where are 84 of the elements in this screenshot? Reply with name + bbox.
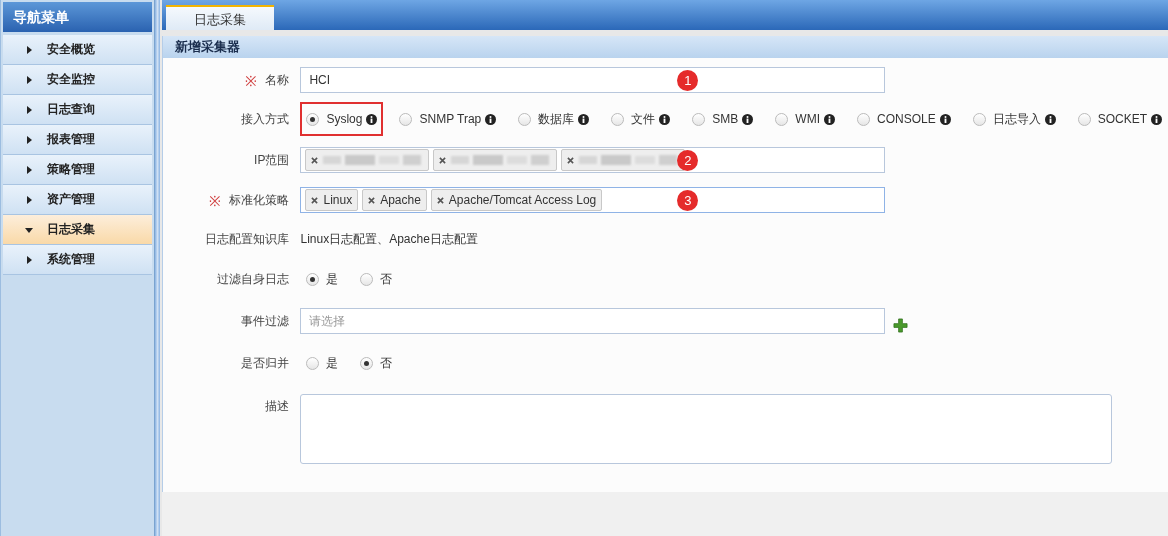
- option-label: 是: [326, 354, 339, 372]
- option-label: WMI: [795, 112, 820, 126]
- info-icon[interactable]: [1044, 113, 1056, 125]
- field-label: 标准化策略: [229, 191, 290, 209]
- option-label: SOCKET: [1097, 112, 1147, 126]
- remove-icon[interactable]: [439, 156, 447, 164]
- name-input[interactable]: HCI 1: [300, 67, 886, 93]
- option-label: 否: [380, 354, 393, 372]
- info-icon[interactable]: [485, 113, 497, 125]
- tab[interactable]: 日志采集: [166, 5, 275, 30]
- field-label: 接入方式: [241, 110, 290, 128]
- panel-title: 新增采集器: [175, 39, 241, 54]
- field-label: 日志配置知识库: [205, 230, 290, 248]
- option-label: SMB: [712, 112, 739, 126]
- option-label: 否: [380, 270, 393, 288]
- field-label: 是否归并: [241, 354, 290, 372]
- info-icon[interactable]: [366, 113, 378, 125]
- remove-icon[interactable]: [567, 156, 575, 164]
- sidebar-title: 导航菜单: [3, 2, 152, 32]
- remove-icon[interactable]: [311, 196, 319, 204]
- caret-icon: [25, 165, 33, 174]
- tag-input[interactable]: 2: [300, 147, 886, 173]
- sidebar-item[interactable]: 系统管理: [3, 245, 152, 275]
- caret-icon: [25, 195, 33, 204]
- radio-button[interactable]: [518, 112, 532, 126]
- radio-button[interactable]: [972, 112, 986, 126]
- radio-button[interactable]: [856, 112, 870, 126]
- sidebar-item[interactable]: 策略管理: [3, 155, 152, 185]
- sidebar-item[interactable]: 安全监控: [3, 65, 152, 95]
- tag-label: Apache/Tomcat Access Log: [448, 193, 597, 207]
- radio-button[interactable]: [360, 272, 374, 286]
- caret-icon: [25, 45, 33, 54]
- tag-input[interactable]: Linux Apache Apache/Tomcat Access Log 3: [300, 187, 886, 213]
- option-label: 文件: [631, 110, 656, 128]
- radio-button[interactable]: [306, 356, 320, 370]
- remove-icon[interactable]: [311, 156, 319, 164]
- sidebar-item[interactable]: 安全概览: [3, 35, 152, 65]
- sidebar-item[interactable]: 日志查询: [3, 95, 152, 125]
- required-mark: ※: [209, 191, 222, 210]
- info-icon[interactable]: [1151, 113, 1162, 125]
- radio-button[interactable]: [1077, 112, 1091, 126]
- add-icon[interactable]: [893, 317, 909, 333]
- option-label: Syslog: [326, 112, 363, 126]
- caret-icon: [25, 75, 33, 84]
- info-icon[interactable]: [939, 113, 951, 125]
- caret-icon: [25, 225, 33, 234]
- option-label: CONSOLE: [876, 112, 936, 126]
- radio-button[interactable]: [611, 112, 625, 126]
- radio-button[interactable]: [306, 272, 320, 286]
- tag-label: Linux: [323, 193, 353, 207]
- sidebar-item[interactable]: 日志采集: [3, 215, 152, 245]
- radio-button[interactable]: [399, 112, 413, 126]
- required-mark: ※: [245, 71, 258, 90]
- radio-button[interactable]: [360, 356, 374, 370]
- info-icon[interactable]: [578, 113, 590, 125]
- info-icon[interactable]: [742, 113, 754, 125]
- radio-button[interactable]: [775, 112, 789, 126]
- radio-button[interactable]: [306, 112, 320, 126]
- field-value: Linux日志配置、Apache日志配置: [300, 230, 478, 248]
- radio-button[interactable]: [692, 112, 706, 126]
- remove-icon[interactable]: [368, 196, 376, 204]
- field-label: IP范围: [254, 151, 290, 169]
- tag-label: Apache: [380, 193, 421, 207]
- sidebar-item[interactable]: 报表管理: [3, 125, 152, 155]
- field-label: 过滤自身日志: [217, 270, 290, 288]
- option-label: 是: [326, 270, 339, 288]
- caret-icon: [25, 135, 33, 144]
- info-icon[interactable]: [823, 113, 835, 125]
- number-badge: 1: [677, 70, 699, 91]
- remove-icon[interactable]: [436, 196, 444, 204]
- option-label: 日志导入: [992, 110, 1041, 128]
- select-field[interactable]: 请选择: [300, 308, 886, 334]
- description-field[interactable]: [300, 394, 1113, 464]
- number-badge: 3: [677, 190, 699, 211]
- field-label: 名称: [265, 71, 290, 89]
- caret-icon: [25, 105, 33, 114]
- field-label: 事件过滤: [241, 312, 290, 330]
- option-label: SNMP Trap: [419, 112, 482, 126]
- input-value: HCI: [309, 73, 331, 87]
- sidebar-item[interactable]: 资产管理: [3, 185, 152, 215]
- info-icon[interactable]: [659, 113, 671, 125]
- option-label: 数据库: [538, 110, 575, 128]
- field-label: 描述: [265, 398, 290, 415]
- caret-icon: [25, 255, 33, 264]
